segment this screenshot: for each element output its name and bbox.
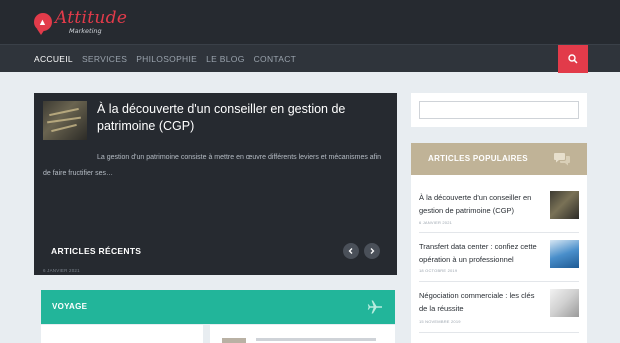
- popular-article-thumbnail[interactable]: [550, 289, 579, 317]
- main-navigation: ACCUEIL SERVICES PHILOSOPHIE LE BLOG CON…: [0, 44, 620, 73]
- site-logo[interactable]: ▲ Attitude Marketing: [34, 8, 127, 36]
- chevron-right-icon: [370, 248, 375, 254]
- sidebar-search-widget: [411, 93, 587, 127]
- voyage-article-card[interactable]: [41, 325, 203, 343]
- popular-article-title[interactable]: Transfert data center : confiez cette op…: [419, 240, 544, 266]
- category-voyage-header[interactable]: VOYAGE: [41, 290, 395, 324]
- popular-articles-list: À la découverte d'un conseiller en gesti…: [411, 175, 587, 343]
- search-icon: [568, 54, 578, 64]
- slider-prev-button[interactable]: [343, 243, 359, 259]
- popular-article-date: 18 OCTOBRE 2019: [419, 268, 458, 273]
- site-header: ▲ Attitude Marketing: [0, 0, 620, 44]
- recent-articles-heading: ARTICLES RÉCENTS: [51, 246, 142, 256]
- nav-menu: ACCUEIL SERVICES PHILOSOPHIE LE BLOG CON…: [34, 45, 305, 73]
- nav-item-accueil[interactable]: ACCUEIL: [34, 54, 73, 64]
- popular-article-date: 6 JANVIER 2021: [419, 220, 453, 225]
- popular-article-thumbnail[interactable]: [550, 191, 579, 219]
- logo-tagline: Marketing: [69, 26, 102, 35]
- popular-article-title[interactable]: À la découverte d'un conseiller en gesti…: [419, 191, 544, 217]
- airplane-icon: [367, 300, 382, 314]
- voyage-article-list[interactable]: [210, 325, 395, 343]
- nav-item-services[interactable]: SERVICES: [82, 54, 127, 64]
- featured-slider: À la découverte d'un conseiller en gesti…: [34, 93, 397, 275]
- featured-title[interactable]: À la découverte d'un conseiller en gesti…: [97, 101, 387, 135]
- popular-article-title[interactable]: Négociation commerciale : les clés de la…: [419, 289, 544, 315]
- popular-article-date: 15 NOVEMBRE 2019: [419, 319, 461, 324]
- popular-articles-header: ARTICLES POPULAIRES: [411, 143, 587, 175]
- slider-next-button[interactable]: [364, 243, 380, 259]
- category-voyage-label: VOYAGE: [52, 302, 88, 311]
- logo-chart-icon: ▲: [34, 13, 52, 35]
- article-title-placeholder: [256, 338, 376, 341]
- featured-excerpt: La gestion d'un patrimoine consiste à me…: [43, 154, 382, 177]
- divider: [419, 332, 579, 333]
- popular-article-thumbnail[interactable]: [550, 240, 579, 268]
- article-thumbnail: [222, 338, 246, 343]
- sidebar-search-input[interactable]: [419, 101, 579, 119]
- search-button[interactable]: [558, 45, 588, 73]
- divider: [419, 232, 579, 233]
- nav-item-le-blog[interactable]: LE BLOG: [206, 54, 244, 64]
- logo-name: Attitude: [55, 7, 128, 28]
- divider: [419, 281, 579, 282]
- nav-item-philosophie[interactable]: PHILOSOPHIE: [136, 54, 197, 64]
- featured-thumbnail[interactable]: [43, 101, 87, 140]
- featured-date: 6 JANVIER 2021: [43, 268, 80, 273]
- chevron-left-icon: [348, 248, 353, 254]
- popular-articles-heading: ARTICLES POPULAIRES: [428, 154, 528, 163]
- chat-bubbles-icon: [554, 153, 570, 166]
- nav-item-contact[interactable]: CONTACT: [254, 54, 297, 64]
